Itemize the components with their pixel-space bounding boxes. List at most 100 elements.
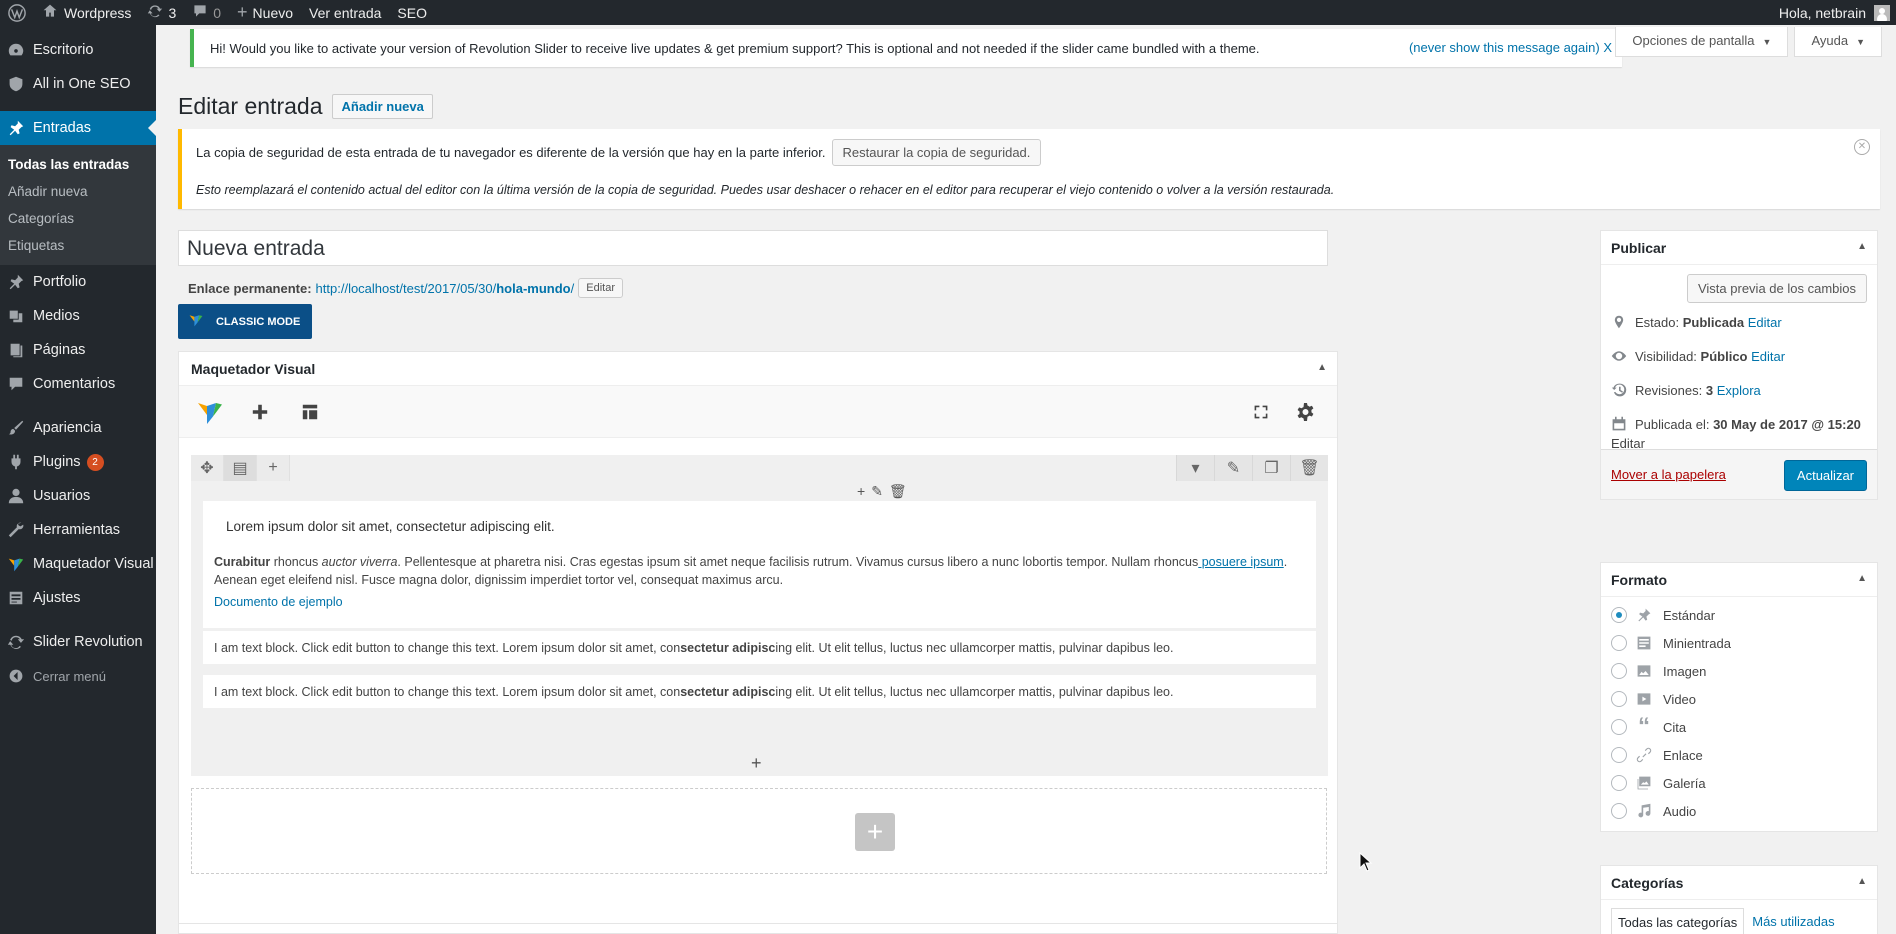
sidebar-item-medios[interactable]: Medios (0, 299, 156, 333)
add-column-icon[interactable]: + (257, 455, 290, 481)
format-option-video[interactable]: Video (1611, 690, 1696, 708)
sample-document-link[interactable]: Documento de ejemplo (214, 595, 343, 609)
plus-icon: + (237, 2, 248, 22)
tab-most-used[interactable]: Más utilizadas (1744, 908, 1842, 934)
submenu-all-posts[interactable]: Todas las entradas (0, 151, 156, 178)
edit-status-link[interactable]: Editar (1748, 315, 1782, 330)
collapse-arrow-icon[interactable]: ▲ (1857, 241, 1867, 252)
dismiss-notice-link[interactable]: (never show this message again) X (1409, 40, 1612, 55)
submenu-add-new[interactable]: Añadir nueva (0, 178, 156, 205)
post-title-input[interactable]: Nueva entrada (178, 230, 1328, 266)
edit-permalink-button[interactable]: Editar (578, 278, 623, 298)
update-button[interactable]: Actualizar (1783, 460, 1867, 491)
publish-header[interactable]: Publicar ▲ (1601, 231, 1877, 265)
visibility-row: Visibilidad: Público Editar (1611, 348, 1785, 364)
new-content-link[interactable]: + Nuevo (229, 0, 301, 25)
radio-button[interactable] (1611, 775, 1627, 791)
video-icon (1635, 690, 1653, 708)
edit-column-icon[interactable]: ✎ (871, 483, 883, 500)
permalink-slug: hola-mundo (496, 280, 571, 296)
tab-all-categories[interactable]: Todas las categorías (1611, 908, 1745, 934)
settings-gear-icon[interactable] (1275, 386, 1337, 438)
format-option-aside[interactable]: Minientrada (1611, 634, 1731, 652)
delete-row-icon[interactable]: 🗑 (1290, 455, 1328, 481)
collapse-arrow-icon[interactable]: ▲ (1857, 876, 1867, 887)
format-header[interactable]: Formato ▲ (1601, 563, 1877, 597)
collapse-menu-button[interactable]: Cerrar menú (0, 659, 156, 693)
templates-icon[interactable] (279, 386, 341, 438)
site-name: Wordpress (64, 4, 132, 21)
quote-icon: “ (1638, 713, 1650, 740)
view-post-link[interactable]: Ver entrada (301, 0, 389, 25)
submenu-categories[interactable]: Categorías (0, 205, 156, 232)
categories-header[interactable]: Categorías ▲ (1601, 866, 1877, 900)
preview-changes-button[interactable]: Vista previa de los cambios (1686, 274, 1867, 303)
builder-row: ✥ ▤ + ▾ ✎ ❐ 🗑 + ✎ 🗑 Lorem ipsum dolor si… (191, 455, 1328, 776)
screen-options-button[interactable]: Opciones de pantalla ▼ (1615, 27, 1789, 57)
sidebar-item-usuarios[interactable]: Usuarios (0, 479, 156, 513)
status-row: Estado: Publicada Editar (1611, 314, 1782, 330)
format-option-audio[interactable]: Audio (1611, 802, 1696, 820)
sidebar-item-comentarios[interactable]: Comentarios (0, 367, 156, 401)
radio-button[interactable] (1611, 719, 1627, 735)
edit-row-icon[interactable]: ✎ (1214, 455, 1252, 481)
text-block-element[interactable]: I am text block. Click edit button to ch… (203, 631, 1316, 664)
radio-button[interactable] (1611, 607, 1627, 623)
move-row-icon[interactable]: ✥ (191, 455, 224, 481)
sidebar-item-plugins[interactable]: Plugins 2 (0, 445, 156, 479)
permalink-link[interactable]: http://localhost/test/2017/05/30/hola-mu… (316, 281, 575, 296)
publish-actions: Mover a la papelera Actualizar (1601, 449, 1877, 499)
add-row-plus-icon[interactable]: + (855, 813, 895, 851)
clone-row-icon[interactable]: ❐ (1252, 455, 1290, 481)
delete-column-icon[interactable]: 🗑 (889, 483, 907, 500)
sidebar-item-seo[interactable]: All in One SEO (0, 67, 156, 101)
collapse-arrow-icon[interactable]: ▲ (1317, 362, 1327, 373)
radio-button[interactable] (1611, 803, 1627, 819)
sidebar-item-ajustes[interactable]: Ajustes (0, 581, 156, 615)
sidebar-item-escritorio[interactable]: Escritorio (0, 33, 156, 67)
add-new-row-area[interactable]: + (191, 788, 1327, 874)
submenu-tags[interactable]: Etiquetas (0, 232, 156, 259)
classic-mode-button[interactable]: CLASSIC MODE (178, 304, 312, 339)
radio-button[interactable] (1611, 635, 1627, 651)
toggle-row-icon[interactable]: ▾ (1176, 455, 1214, 481)
row-layout-icon[interactable]: ▤ (224, 455, 257, 481)
comments-link[interactable]: 0 (184, 0, 229, 25)
para-link[interactable]: posuere ipsum (1198, 555, 1284, 569)
format-option-image[interactable]: Imagen (1611, 662, 1706, 680)
wordpress-logo-icon[interactable] (0, 0, 34, 25)
collapse-arrow-icon[interactable]: ▲ (1857, 573, 1867, 584)
sidebar-item-paginas[interactable]: Páginas (0, 333, 156, 367)
dismiss-icon[interactable]: ✕ (1854, 139, 1870, 155)
screen-meta-links: Opciones de pantalla ▼ Ayuda ▼ (1615, 27, 1882, 57)
permalink-row: Enlace permanente: http://localhost/test… (188, 278, 623, 298)
radio-button[interactable] (1611, 747, 1627, 763)
sidebar-item-slider[interactable]: Slider Revolution (0, 625, 156, 659)
site-name-link[interactable]: Wordpress (34, 0, 139, 25)
text-block-element[interactable]: I am text block. Click edit button to ch… (203, 675, 1316, 708)
seo-link[interactable]: SEO (389, 0, 435, 25)
text-element[interactable]: Lorem ipsum dolor sit amet, consectetur … (203, 501, 1316, 628)
updates-link[interactable]: 3 (139, 0, 184, 25)
add-element-icon[interactable]: + (857, 483, 865, 500)
builder-header[interactable]: Maquetador Visual ▲ (179, 352, 1337, 386)
radio-button[interactable] (1611, 691, 1627, 707)
radio-button[interactable] (1611, 663, 1627, 679)
format-option-gallery[interactable]: Galería (1611, 774, 1706, 792)
sidebar-item-maquetador[interactable]: Maquetador Visual (0, 547, 156, 581)
sidebar-item-portfolio[interactable]: Portfolio (0, 265, 156, 299)
format-option-quote[interactable]: “ Cita (1611, 713, 1686, 740)
browse-revisions-link[interactable]: Explora (1717, 383, 1761, 398)
restore-backup-button[interactable]: Restaurar la copia de seguridad. (831, 139, 1042, 166)
sidebar-item-entradas[interactable]: Entradas (0, 111, 156, 145)
help-button[interactable]: Ayuda ▼ (1794, 27, 1882, 57)
add-element-below-icon[interactable]: + (751, 753, 762, 774)
edit-visibility-link[interactable]: Editar (1751, 349, 1785, 364)
format-option-link[interactable]: Enlace (1611, 746, 1703, 764)
sidebar-item-apariencia[interactable]: Apariencia (0, 411, 156, 445)
move-to-trash-link[interactable]: Mover a la papelera (1611, 467, 1726, 482)
sidebar-item-herramientas[interactable]: Herramientas (0, 513, 156, 547)
add-new-button[interactable]: Añadir nueva (332, 94, 433, 119)
format-option-standard[interactable]: Estándar (1611, 606, 1715, 624)
account-menu[interactable]: Hola, netbrain (1771, 0, 1896, 25)
